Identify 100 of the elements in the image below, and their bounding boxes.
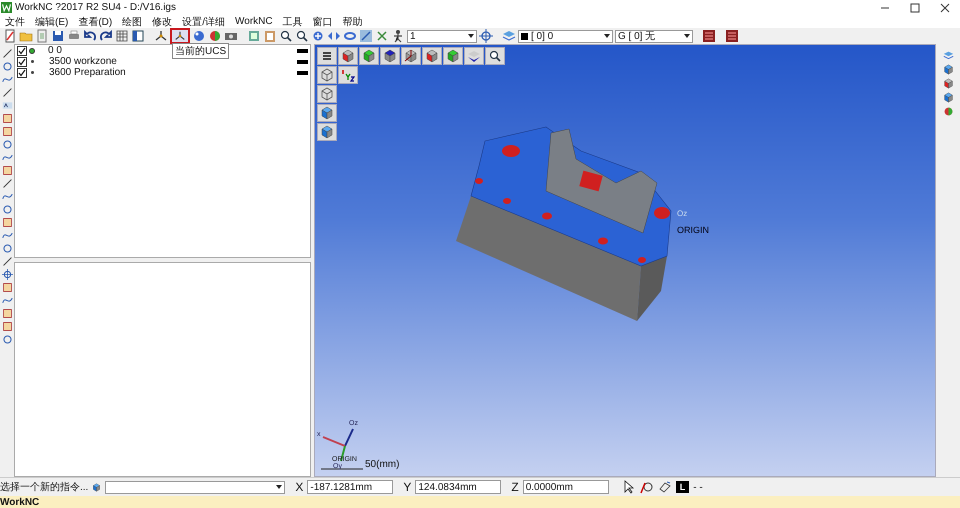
command-prompt: 选择一个新的指令... — [0, 480, 88, 494]
wire-cube-icon[interactable] — [320, 87, 334, 101]
line-style-icon — [297, 70, 308, 74]
caret-icon[interactable] — [684, 34, 690, 38]
wire-cube-icon[interactable] — [320, 68, 334, 82]
axes-icon[interactable] — [154, 29, 168, 43]
checkbox[interactable] — [17, 56, 27, 66]
scale-label: 50(mm) — [365, 459, 400, 470]
checkbox[interactable] — [17, 68, 27, 78]
color-sphere-icon[interactable] — [942, 106, 954, 117]
scale-bar — [320, 468, 364, 470]
caret-icon[interactable] — [276, 485, 282, 489]
circle-icon[interactable] — [2, 61, 12, 72]
grid-icon[interactable] — [115, 29, 129, 43]
coordinate-field[interactable]: -187.1281mm — [307, 480, 394, 494]
circle-icon[interactable] — [2, 139, 12, 150]
redo-icon[interactable] — [99, 29, 113, 43]
axis-label: Oz — [677, 209, 688, 218]
color-sphere-icon[interactable] — [208, 29, 222, 43]
line-style-icon — [297, 48, 308, 52]
line-icon[interactable] — [2, 48, 12, 59]
target-icon[interactable] — [479, 29, 493, 43]
cube-top-icon[interactable] — [383, 49, 397, 63]
menu-item[interactable]: 修改 — [147, 14, 178, 28]
shape-icon[interactable] — [2, 282, 12, 293]
coordinate-label: Y — [403, 480, 412, 494]
sphere-icon[interactable] — [192, 29, 206, 43]
zoom-icon[interactable] — [488, 49, 502, 63]
menu-item[interactable]: 绘图 — [117, 14, 148, 28]
zoom-icon[interactable] — [295, 29, 309, 43]
layer-dropdown[interactable]: 1 — [407, 30, 477, 42]
flat-view-icon[interactable] — [467, 49, 481, 63]
circle-icon[interactable] — [2, 334, 12, 345]
cube-side-icon[interactable] — [446, 49, 460, 63]
zoom-icon[interactable] — [279, 29, 293, 43]
new-file-icon[interactable] — [3, 29, 17, 43]
shape-icon[interactable] — [2, 113, 12, 124]
cube-front-icon[interactable] — [341, 49, 355, 63]
tooltip: 当前的UCS — [172, 43, 230, 59]
menu-item[interactable]: WorkNC — [230, 16, 278, 27]
coordinate-field[interactable]: 124.0834mm — [415, 480, 502, 494]
solid-cube-icon[interactable] — [942, 64, 954, 75]
level-dropdown[interactable]: [ 0] 0 — [518, 30, 613, 42]
window-title: WorkNC ?2017 R2 SU4 - D:/V16.igs — [15, 2, 177, 13]
curve-icon[interactable] — [2, 230, 12, 241]
origin-label: ORIGIN — [677, 225, 710, 235]
status-text: - - — [693, 482, 703, 492]
solid-cube-icon[interactable] — [320, 106, 334, 120]
line-icon[interactable] — [2, 256, 12, 267]
cube-front-icon[interactable] — [942, 78, 954, 89]
ucs-button[interactable] — [170, 28, 190, 44]
solid-cube-icon[interactable] — [942, 92, 954, 103]
menu-item[interactable]: 查看(D) — [73, 14, 118, 28]
menu-item[interactable]: 帮助 — [338, 14, 368, 28]
document-icon[interactable] — [35, 29, 49, 43]
group-dropdown[interactable]: G [ 0] 无 — [615, 30, 693, 42]
cursor-icon[interactable] — [622, 480, 636, 494]
shape-icon[interactable] — [2, 217, 12, 228]
curve-icon[interactable] — [2, 191, 12, 202]
curve-icon[interactable] — [2, 295, 12, 306]
layer-name[interactable]: 3600 Preparation — [39, 67, 126, 78]
shape-icon[interactable] — [2, 321, 12, 332]
shape-icon[interactable] — [2, 308, 12, 319]
coordinate-field[interactable]: 0.0000mm — [522, 480, 609, 494]
axes-icon[interactable] — [173, 30, 187, 42]
caret-icon[interactable] — [604, 34, 610, 38]
line-icon[interactable] — [2, 178, 12, 189]
layers-icon[interactable] — [502, 29, 516, 43]
target-icon[interactable] — [2, 269, 12, 280]
layer-name[interactable]: 3500 workzone — [39, 56, 117, 67]
menu-item[interactable]: 工具 — [278, 14, 308, 28]
save-icon[interactable] — [51, 29, 65, 43]
checkbox[interactable] — [17, 46, 27, 56]
shape-icon[interactable] — [2, 126, 12, 137]
circle-icon[interactable] — [2, 204, 12, 215]
circle-icon[interactable] — [2, 243, 12, 254]
layers-icon[interactable] — [942, 50, 954, 61]
layer-name[interactable]: 0 0 — [38, 45, 62, 56]
menu-item[interactable]: 编辑(E) — [30, 14, 74, 28]
curve-icon[interactable] — [2, 74, 12, 85]
cube-axes-icon[interactable] — [404, 49, 418, 63]
panel-icon[interactable] — [131, 29, 145, 43]
curve-icon[interactable] — [2, 152, 12, 163]
coordinate-label: X — [295, 480, 304, 494]
footer-text: WorkNC — [0, 496, 960, 508]
solid-cube-icon[interactable] — [320, 125, 334, 139]
mode-button[interactable]: L — [676, 481, 690, 493]
line-icon[interactable] — [2, 87, 12, 98]
arrows-icon[interactable] — [327, 29, 341, 43]
caret-icon[interactable] — [468, 34, 474, 38]
figure-icon[interactable] — [391, 29, 405, 43]
undo-icon[interactable] — [83, 29, 97, 43]
cube-front-icon[interactable] — [425, 49, 439, 63]
menu-item[interactable]: 文件 — [0, 14, 30, 28]
xyz-axes-icon[interactable] — [341, 68, 355, 82]
menu-item[interactable]: 设置/详细 — [177, 14, 230, 28]
shape-icon[interactable] — [2, 165, 12, 176]
coordinate-label: Z — [511, 480, 519, 494]
cube-side-icon[interactable] — [362, 49, 376, 63]
menu-item[interactable]: 窗口 — [308, 14, 338, 28]
